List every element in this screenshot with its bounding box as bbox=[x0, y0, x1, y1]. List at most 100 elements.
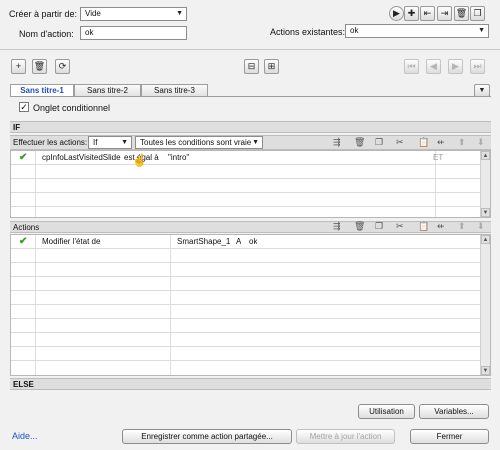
last-icon: ⏭ bbox=[473, 61, 482, 71]
actions-label: Actions bbox=[13, 223, 40, 232]
existing-actions-dropdown[interactable]: ok ▼ bbox=[345, 24, 489, 38]
trash-icon[interactable]: 🗑 bbox=[354, 137, 365, 148]
condition-rule-dropdown[interactable]: Toutes les conditions sont vraie ▼ bbox=[135, 136, 263, 149]
create-from-label: Créer à partir de: bbox=[9, 9, 78, 19]
else-header[interactable]: ELSE bbox=[10, 378, 491, 390]
table-row[interactable] bbox=[11, 305, 490, 319]
arrow-down-icon[interactable]: ⬇ bbox=[477, 221, 485, 232]
paste-icon[interactable]: 📋 bbox=[418, 221, 429, 232]
hand-cursor-icon: ☝ bbox=[132, 153, 147, 167]
condition-left[interactable]: cpInfoLastVisitedSlide bbox=[42, 151, 121, 165]
update-action-button[interactable]: Mettre à jour l'action bbox=[296, 429, 395, 444]
table-row[interactable] bbox=[11, 263, 490, 277]
variables-button[interactable]: Variables... bbox=[419, 404, 489, 419]
table-row[interactable] bbox=[11, 319, 490, 333]
tab-underline bbox=[10, 96, 491, 97]
existing-actions-value: ok bbox=[350, 26, 359, 35]
create-from-value: Vide bbox=[85, 9, 101, 18]
trash-icon: 🗑 bbox=[455, 8, 468, 18]
insert-before-icon[interactable]: ⇷ bbox=[437, 137, 445, 148]
add-tab-button[interactable]: + bbox=[11, 59, 26, 74]
usage-button[interactable]: Utilisation bbox=[358, 404, 415, 419]
conditional-checkbox[interactable]: ✓ bbox=[19, 102, 29, 112]
chevron-left-icon: ◀ bbox=[430, 61, 437, 71]
chevron-down-icon: ▼ bbox=[176, 10, 183, 17]
paste-icon[interactable]: 📋 bbox=[418, 137, 429, 148]
condition-mode-dropdown[interactable]: If ▼ bbox=[88, 136, 132, 149]
action-to: A bbox=[236, 237, 242, 246]
table-row[interactable] bbox=[11, 333, 490, 347]
condition-rule-value: Toutes les conditions sont vraie bbox=[140, 138, 252, 147]
table-row[interactable]: ✔ Modifier l'état de SmartShape_1 A ok bbox=[11, 235, 490, 249]
action-check: ✔ bbox=[19, 236, 28, 247]
copy-icon: ❐ bbox=[473, 8, 482, 18]
condition-logic[interactable]: ET bbox=[433, 151, 443, 165]
arrow-down-icon[interactable]: ⬇ bbox=[477, 137, 485, 148]
insert-row-icon[interactable]: ⇶ bbox=[333, 221, 341, 232]
add-action-button[interactable]: ✚ bbox=[404, 6, 419, 21]
duplicate-action-button[interactable]: ❐ bbox=[470, 6, 485, 21]
first-tab-button[interactable]: ⏮ bbox=[404, 59, 419, 74]
import-button[interactable]: ⇤ bbox=[420, 6, 435, 21]
refresh-button[interactable]: ⟳ bbox=[55, 59, 70, 74]
conditional-tab-label: Onglet conditionnel bbox=[33, 103, 111, 113]
table-row[interactable] bbox=[11, 179, 490, 193]
export-button[interactable]: ⇥ bbox=[437, 6, 452, 21]
chevron-right-icon: ▶ bbox=[452, 61, 459, 71]
action-target[interactable]: SmartShape_1 bbox=[177, 235, 230, 249]
prev-tab-button[interactable]: ◀ bbox=[426, 59, 441, 74]
copy-icon[interactable]: ❐ bbox=[375, 137, 383, 148]
import-icon: ⇤ bbox=[423, 8, 432, 18]
actions-scrollbar[interactable]: ▲ ▼ bbox=[480, 235, 490, 375]
expand-button[interactable]: ⊞ bbox=[264, 59, 279, 74]
arrow-up-icon[interactable]: ⬆ bbox=[458, 137, 466, 148]
table-row[interactable] bbox=[11, 291, 490, 305]
create-from-dropdown[interactable]: Vide ▼ bbox=[80, 7, 187, 21]
expand-icon: ⊞ bbox=[267, 61, 276, 71]
perform-actions-label: Effectuer les actions: bbox=[13, 138, 88, 147]
if-header: IF bbox=[10, 121, 491, 133]
last-tab-button[interactable]: ⏭ bbox=[470, 59, 485, 74]
table-row[interactable] bbox=[11, 347, 490, 361]
table-row[interactable]: ✔ cpInfoLastVisitedSlide est égal à "int… bbox=[11, 151, 490, 165]
action-name-label: Nom d'action: bbox=[19, 29, 74, 39]
delete-action-button[interactable]: 🗑 bbox=[454, 6, 469, 21]
export-icon: ⇥ bbox=[440, 8, 449, 18]
preview-button[interactable]: ▶ bbox=[389, 6, 404, 21]
first-icon: ⏮ bbox=[407, 61, 416, 71]
action-state[interactable]: ok bbox=[249, 235, 257, 249]
conditions-grid: ✔ cpInfoLastVisitedSlide est égal à "int… bbox=[10, 150, 491, 218]
table-row[interactable] bbox=[11, 193, 490, 207]
close-button[interactable]: Fermer bbox=[410, 429, 489, 444]
help-link[interactable]: Aide... bbox=[12, 431, 38, 441]
arrow-up-icon[interactable]: ⬆ bbox=[458, 221, 466, 232]
table-row[interactable] bbox=[11, 277, 490, 291]
table-row[interactable] bbox=[11, 165, 490, 179]
cut-icon[interactable]: ✂ bbox=[396, 221, 404, 232]
condition-right[interactable]: "intro" bbox=[168, 151, 189, 165]
chevron-down-icon: ▼ bbox=[478, 87, 486, 94]
action-type[interactable]: Modifier l'état de bbox=[42, 235, 100, 249]
scroll-down-icon[interactable]: ▼ bbox=[481, 208, 490, 217]
scroll-up-icon[interactable]: ▲ bbox=[481, 235, 490, 244]
action-name-input[interactable]: ok bbox=[80, 26, 187, 40]
cut-icon[interactable]: ✂ bbox=[396, 137, 404, 148]
conditions-scrollbar[interactable]: ▲ ▼ bbox=[480, 151, 490, 217]
trash-icon[interactable]: 🗑 bbox=[354, 221, 365, 232]
collapse-icon: ⊟ bbox=[247, 61, 256, 71]
table-row[interactable] bbox=[11, 361, 490, 375]
insert-before-icon[interactable]: ⇷ bbox=[437, 221, 445, 232]
save-shared-button[interactable]: Enregistrer comme action partagée... bbox=[122, 429, 292, 444]
copy-icon[interactable]: ❐ bbox=[375, 221, 383, 232]
collapse-button[interactable]: ⊟ bbox=[244, 59, 259, 74]
delete-tab-button[interactable]: 🗑 bbox=[32, 59, 47, 74]
chevron-down-icon: ▼ bbox=[121, 139, 128, 146]
checkmark-icon: ✓ bbox=[20, 102, 28, 112]
condition-mode-value: If bbox=[93, 138, 98, 147]
insert-row-icon[interactable]: ⇶ bbox=[333, 137, 341, 148]
scroll-down-icon[interactable]: ▼ bbox=[481, 366, 490, 375]
next-tab-button[interactable]: ▶ bbox=[448, 59, 463, 74]
refresh-icon: ⟳ bbox=[58, 61, 67, 71]
scroll-up-icon[interactable]: ▲ bbox=[481, 151, 490, 160]
table-row[interactable] bbox=[11, 249, 490, 263]
